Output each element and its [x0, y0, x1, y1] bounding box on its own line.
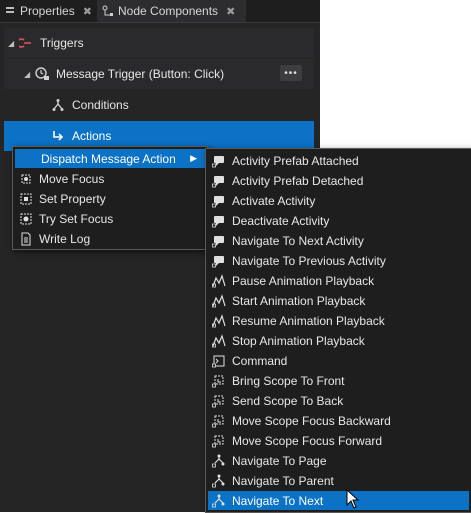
tree-item-message-trigger[interactable]: ◢ Message Trigger (Button: Click) •••	[4, 59, 314, 89]
submenu-item[interactable]: Deactivate Activity	[208, 211, 469, 230]
mouse-cursor-icon	[346, 488, 360, 512]
animation-icon	[212, 273, 226, 288]
animation-icon	[212, 313, 226, 328]
scope-icon	[212, 434, 226, 448]
submenu-item-label: Navigate To Next Activity	[232, 233, 364, 248]
menu-item-dispatch-message-action[interactable]: Dispatch Message Action ▶	[15, 149, 205, 168]
properties-icon	[4, 3, 16, 19]
submenu-item[interactable]: Navigate To Page	[208, 451, 469, 470]
navigation-icon	[212, 494, 226, 508]
submenu-item[interactable]: Send Scope To Back	[208, 391, 469, 410]
submenu-item-label: Navigate To Page	[232, 453, 327, 468]
animation-icon	[212, 293, 226, 308]
submenu-item[interactable]: Navigate To Next Activity	[208, 231, 469, 250]
set-property-icon	[19, 192, 33, 206]
submenu-item[interactable]: Stop Animation Playback	[208, 331, 469, 350]
scope-icon	[212, 414, 226, 428]
submenu-item-label: Navigate To Next	[232, 493, 324, 508]
navigation-icon	[212, 474, 226, 488]
menu-item-label: Dispatch Message Action	[41, 151, 176, 166]
submenu-item-label: Move Scope Focus Forward	[232, 433, 383, 448]
activity-icon	[212, 194, 226, 208]
tree-item-conditions[interactable]: Conditions	[4, 90, 314, 120]
submenu-item[interactable]: Activity Prefab Attached	[208, 151, 469, 170]
trigger-icon	[18, 35, 34, 51]
menu-item-move-focus[interactable]: Move Focus	[15, 169, 205, 188]
close-icon[interactable]: ✖	[226, 5, 235, 18]
submenu-item[interactable]: Pause Animation Playback	[208, 271, 469, 290]
command-icon	[212, 354, 226, 368]
collapse-caret-icon[interactable]: ◢	[24, 70, 34, 79]
actions-icon	[50, 128, 66, 144]
submenu-item[interactable]: Resume Animation Playback	[208, 311, 469, 330]
menu-item-try-set-focus[interactable]: Try Set Focus	[15, 209, 205, 228]
scope-icon	[212, 374, 226, 388]
submenu-item-label: Send Scope To Back	[232, 393, 344, 408]
menu-item-label: Write Log	[39, 231, 91, 246]
document-icon	[19, 232, 33, 246]
dispatch-message-submenu: Activity Prefab Attached Activity Prefab …	[205, 148, 471, 513]
tree-item-triggers[interactable]: ◢ Triggers	[4, 28, 314, 58]
submenu-item[interactable]: Navigate To Previous Activity	[208, 251, 469, 270]
submenu-item-label: Activity Prefab Detached	[232, 173, 364, 188]
node-components-icon	[101, 3, 115, 19]
submenu-item[interactable]: Activity Prefab Detached	[208, 171, 469, 190]
submenu-item[interactable]: Start Animation Playback	[208, 291, 469, 310]
tab-bar: Properties ✖ Node Components ✖	[0, 0, 320, 23]
submenu-arrow-icon: ▶	[190, 153, 197, 163]
submenu-item[interactable]: Move Scope Focus Backward	[208, 411, 469, 430]
submenu-item[interactable]: Activate Activity	[208, 191, 469, 210]
submenu-item-label: Bring Scope To Front	[232, 373, 345, 388]
conditions-icon	[50, 97, 66, 113]
tab-properties-label: Properties	[20, 4, 75, 18]
submenu-item-label: Activity Prefab Attached	[232, 153, 359, 168]
submenu-item-label: Activate Activity	[232, 193, 316, 208]
message-trigger-label: Message Trigger (Button: Click)	[56, 67, 225, 81]
submenu-item-label: Deactivate Activity	[232, 213, 330, 228]
activity-icon	[212, 254, 226, 268]
scope-icon	[212, 394, 226, 408]
menu-item-write-log[interactable]: Write Log	[15, 229, 205, 248]
submenu-item-label: Navigate To Previous Activity	[232, 253, 386, 268]
submenu-item[interactable]: Command	[208, 351, 469, 370]
activity-icon	[212, 174, 226, 188]
menu-item-set-property[interactable]: Set Property	[15, 189, 205, 208]
submenu-item-label: Move Scope Focus Backward	[232, 413, 391, 428]
submenu-item-label: Pause Animation Playback	[232, 273, 375, 288]
collapse-caret-icon[interactable]: ◢	[8, 39, 18, 48]
actions-label: Actions	[72, 129, 112, 143]
submenu-item-label: Resume Animation Playback	[232, 313, 385, 328]
menu-item-label: Try Set Focus	[39, 211, 114, 226]
menu-item-label: Set Property	[39, 191, 106, 206]
activity-icon	[212, 234, 226, 248]
submenu-item[interactable]: Move Scope Focus Forward	[208, 431, 469, 450]
navigation-icon	[212, 454, 226, 468]
submenu-item[interactable]: Navigate To Parent	[208, 471, 469, 490]
animation-icon	[212, 333, 226, 348]
triggers-label: Triggers	[40, 36, 84, 50]
add-action-context-menu: Dispatch Message Action ▶ Move Focus Set…	[12, 146, 208, 250]
activity-icon	[212, 154, 226, 168]
submenu-item[interactable]: Navigate To Next	[208, 491, 469, 510]
close-icon[interactable]: ✖	[83, 5, 92, 18]
move-focus-icon	[19, 172, 33, 186]
activity-icon	[212, 214, 226, 228]
submenu-item[interactable]: Bring Scope To Front	[208, 371, 469, 390]
submenu-item-label: Command	[232, 353, 288, 368]
more-options-button[interactable]: •••	[280, 65, 302, 81]
tab-node-components[interactable]: Node Components ✖	[97, 0, 246, 22]
submenu-item-label: Navigate To Parent	[232, 473, 334, 488]
focus-icon	[19, 212, 33, 226]
tab-properties[interactable]: Properties ✖	[4, 0, 94, 22]
conditions-label: Conditions	[72, 98, 129, 112]
message-trigger-icon	[34, 66, 50, 82]
submenu-item-label: Start Animation Playback	[232, 293, 366, 308]
menu-item-label: Move Focus	[39, 171, 105, 186]
tab-node-components-label: Node Components	[118, 4, 219, 18]
submenu-item-label: Stop Animation Playback	[232, 333, 365, 348]
